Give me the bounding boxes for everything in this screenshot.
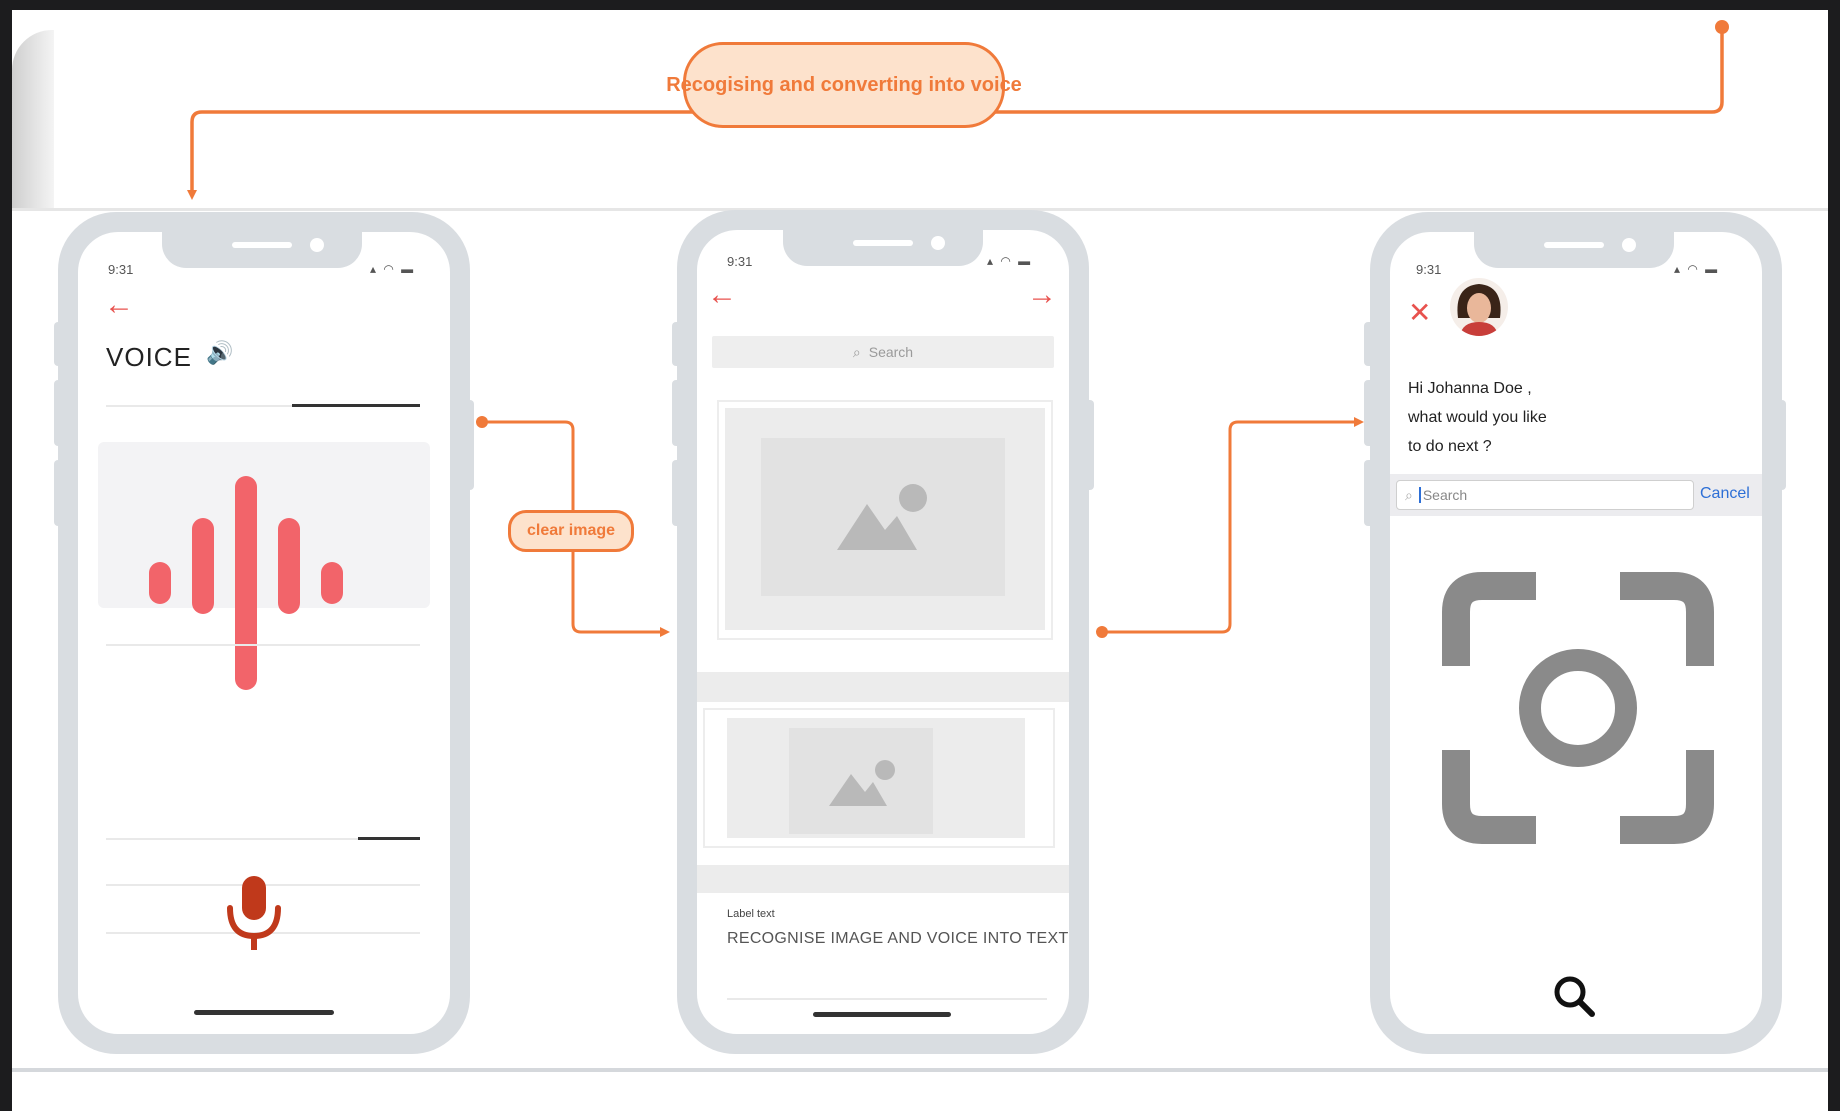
slider-track[interactable] (358, 837, 420, 840)
cancel-button[interactable]: Cancel (1700, 485, 1750, 503)
waveform-panel (98, 442, 430, 690)
flow-label-recognising: Recogising and converting into voice (666, 42, 1022, 128)
search-input[interactable]: ⌕ Search (712, 336, 1054, 368)
image-icon (829, 760, 895, 806)
image-area (725, 408, 1045, 630)
close-icon[interactable]: ✕ (1408, 296, 1431, 329)
flow-label-clear-image: clear image (508, 510, 634, 552)
section-divider (697, 865, 1069, 893)
speaker-icon[interactable]: 🔊 (206, 340, 233, 366)
divider (106, 644, 420, 646)
phone-image: 9:31 ▴ ◠ ▬ ← → ⌕ Search Label text RECOG… (677, 210, 1089, 1054)
greeting-line: what would you like (1408, 409, 1547, 426)
status-icons: ▴ ◠ ▬ (370, 262, 416, 276)
search-placeholder: Search (868, 344, 914, 360)
waveform-bar (278, 518, 300, 614)
status-time: 9:31 (727, 254, 753, 269)
waveform-bar (321, 562, 343, 604)
status-icons: ▴ ◠ ▬ (1674, 262, 1720, 276)
arrow-left-icon[interactable]: ← (104, 290, 134, 320)
phone-notch (162, 232, 362, 268)
waveform-bar (235, 476, 257, 690)
greeting-line: Hi Johanna Doe , (1408, 380, 1532, 397)
image-placeholder (789, 728, 933, 834)
divider (727, 998, 1047, 1000)
image-icon (837, 484, 927, 550)
search-icon: ⌕ (852, 343, 861, 360)
mid-right-connector (1102, 417, 1364, 634)
phone-scan-screen: 9:31 ▴ ◠ ▬ ✕ Hi Johanna Doe , what would… (1390, 232, 1762, 1034)
search-input[interactable]: ⌕ Search (1396, 480, 1694, 510)
phone-scan: 9:31 ▴ ◠ ▬ ✕ Hi Johanna Doe , what would… (1370, 212, 1782, 1054)
status-time: 9:31 (1416, 262, 1442, 277)
image-card-small[interactable] (703, 708, 1055, 848)
phone-image-screen: 9:31 ▴ ◠ ▬ ← → ⌕ Search Label text RECOG… (697, 230, 1069, 1034)
waveform-bar (192, 518, 214, 614)
avatar-photo (1450, 278, 1508, 336)
search-bar: ⌕ Search Cancel (1390, 474, 1762, 516)
greeting-line: to do next ? (1408, 438, 1492, 455)
image-placeholder (761, 438, 1005, 596)
search-placeholder: Search (1418, 487, 1467, 503)
arrow-right-icon[interactable]: → (1027, 280, 1057, 310)
page-title: VOICE (106, 342, 192, 372)
slider-track[interactable] (292, 404, 420, 407)
phone-notch (783, 230, 983, 266)
greeting-text: Hi Johanna Doe , what would you like to … (1408, 374, 1547, 461)
phone-notch (1474, 232, 1674, 268)
phone-voice: 9:31 ▴ ◠ ▬ ← VOICE 🔊 (58, 212, 470, 1054)
status-icons: ▴ ◠ ▬ (987, 254, 1033, 268)
arrow-left-icon[interactable]: ← (707, 280, 737, 310)
camera-scan-icon[interactable] (1442, 572, 1714, 844)
status-time: 9:31 (108, 262, 134, 277)
microphone-icon[interactable] (222, 872, 286, 956)
image-area (727, 718, 1025, 838)
search-icon: ⌕ (1405, 486, 1413, 503)
magnifier-icon[interactable] (1552, 974, 1596, 1018)
phone-voice-screen: 9:31 ▴ ◠ ▬ ← VOICE 🔊 (78, 232, 450, 1034)
avatar[interactable] (1450, 278, 1508, 336)
home-indicator (813, 1012, 951, 1017)
home-indicator (194, 1010, 334, 1015)
waveform-bar (149, 562, 171, 604)
field-value: RECOGNISE IMAGE AND VOICE INTO TEXT (727, 930, 1069, 947)
section-divider (697, 672, 1069, 702)
field-label: Label text (727, 908, 775, 920)
image-card-large[interactable] (717, 400, 1053, 640)
